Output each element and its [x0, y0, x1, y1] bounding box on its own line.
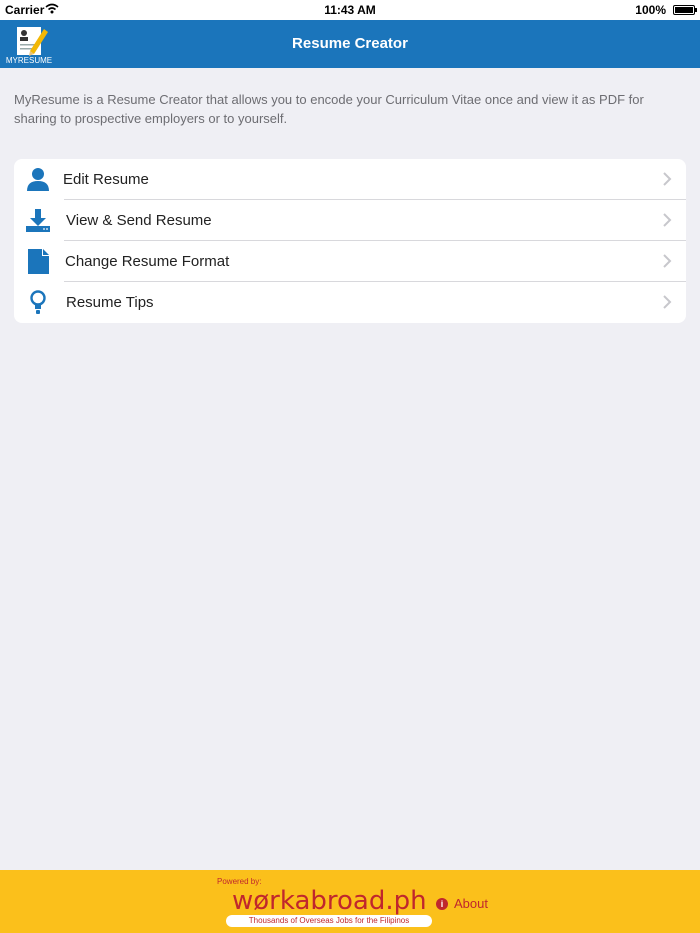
menu-item-label: Change Resume Format	[65, 253, 230, 270]
tagline: Thousands of Overseas Jobs for the Filip…	[248, 916, 410, 925]
download-icon	[26, 209, 50, 232]
about-label: About	[454, 896, 488, 911]
powered-by-label: Powered by:	[217, 877, 262, 886]
page-title: Resume Creator	[292, 35, 408, 52]
chevron-right-icon	[663, 172, 672, 186]
menu-item-label: Edit Resume	[63, 171, 149, 188]
clock: 11:43 AM	[324, 3, 376, 17]
footer-banner: Powered by: wørkabroad.ph Thousands of O…	[0, 870, 700, 933]
workabroad-logo[interactable]: wørkabroad.ph	[232, 886, 427, 916]
battery-icon	[673, 5, 697, 15]
chevron-right-icon	[663, 213, 672, 227]
document-icon	[28, 249, 49, 274]
battery-percent: 100%	[635, 3, 666, 17]
info-icon: i	[436, 897, 448, 910]
status-bar: Carrier 11:43 AM 100%	[0, 0, 700, 20]
menu-item-change-format[interactable]: Change Resume Format	[14, 241, 686, 282]
intro-text: MyResume is a Resume Creator that allows…	[14, 92, 644, 126]
main-menu: Edit Resume View & Send Resume Change Re…	[14, 159, 686, 323]
lightbulb-icon	[30, 290, 46, 314]
menu-item-edit-resume[interactable]: Edit Resume	[14, 159, 686, 200]
chevron-right-icon	[663, 295, 672, 309]
chevron-right-icon	[663, 254, 672, 268]
menu-item-label: View & Send Resume	[66, 212, 212, 229]
menu-item-resume-tips[interactable]: Resume Tips	[14, 282, 686, 323]
nav-bar: MYRESUME Resume Creator	[0, 20, 700, 68]
user-icon	[27, 168, 49, 191]
menu-item-label: Resume Tips	[66, 294, 154, 311]
logo-text: MYRESUME	[5, 56, 53, 65]
menu-item-view-send-resume[interactable]: View & Send Resume	[14, 200, 686, 241]
about-button[interactable]: i About	[436, 896, 488, 911]
